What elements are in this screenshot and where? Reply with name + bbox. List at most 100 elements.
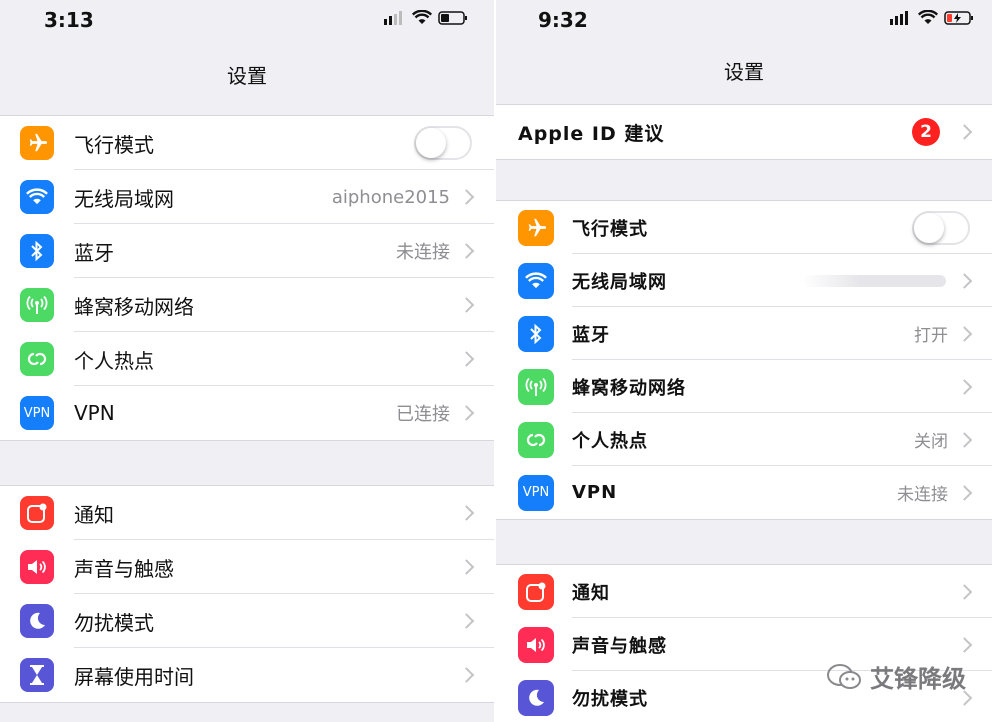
status-time: 9:32 xyxy=(538,8,588,32)
settings-row-hotspot[interactable]: 个人热点 关闭 xyxy=(496,413,992,466)
airplane-toggle[interactable] xyxy=(414,126,472,160)
settings-row-airplane[interactable]: 飞行模式 xyxy=(0,116,494,170)
wechat-icon xyxy=(827,663,861,689)
chevron-right-icon xyxy=(458,505,475,521)
chevron-right-icon xyxy=(458,351,475,367)
signal-icon xyxy=(384,10,402,25)
notifications-group: 通知 声音与触感 勿扰模式 屏幕使用时间 xyxy=(0,485,494,703)
status-time: 3:13 xyxy=(44,8,94,32)
row-label: 屏幕使用时间 xyxy=(74,664,194,689)
settings-row-notifications[interactable]: 通知 xyxy=(0,486,494,540)
settings-row-bluetooth[interactable]: 蓝牙 打开 xyxy=(496,307,992,360)
row-label: 蜂窝移动网络 xyxy=(572,377,686,399)
row-label: 蓝牙 xyxy=(74,240,114,265)
connectivity-group: 飞行模式 无线局域网 aiphone2015 蓝牙 未连接 蜂窝移动网络 个人热… xyxy=(0,115,494,441)
chevron-right-icon xyxy=(458,189,475,205)
chevron-right-icon xyxy=(956,636,973,653)
chevron-right-icon xyxy=(956,583,973,600)
settings-row-notifications[interactable]: 通知 xyxy=(496,565,992,618)
settings-row-vpn[interactable]: VPN VPN 未连接 xyxy=(496,466,992,519)
right-settings-screen: 9:32 设置 Apple ID 建议 2 飞行模式 无线局域网 蓝牙 打开 蜂… xyxy=(496,0,992,722)
bluetooth-icon xyxy=(20,234,54,268)
sound-icon xyxy=(20,550,54,584)
chevron-right-icon xyxy=(956,484,973,501)
row-label: 无线局域网 xyxy=(74,186,174,211)
battery-icon xyxy=(438,10,467,25)
cellular-icon xyxy=(20,288,54,322)
signal-icon xyxy=(890,10,908,25)
row-value: 未连接 xyxy=(396,242,450,263)
row-value: 关闭 xyxy=(914,432,948,452)
moon-icon xyxy=(20,604,54,638)
page-title: 设置 xyxy=(227,64,267,88)
cellular-icon xyxy=(518,368,554,405)
apple-id-group: Apple ID 建议 2 xyxy=(496,104,992,160)
settings-row-wifi[interactable]: 无线局域网 aiphone2015 xyxy=(0,170,494,224)
row-label: 无线局域网 xyxy=(572,271,667,293)
settings-row-cellular[interactable]: 蜂窝移动网络 xyxy=(0,278,494,332)
chevron-right-icon xyxy=(458,297,475,313)
row-label: 蓝牙 xyxy=(572,324,610,346)
chevron-right-icon xyxy=(458,613,475,629)
chevron-right-icon xyxy=(956,325,973,342)
connectivity-group: 飞行模式 无线局域网 蓝牙 打开 蜂窝移动网络 个人热点 关闭 VPN VPN … xyxy=(496,200,992,520)
redacted-network-name xyxy=(802,274,946,287)
chevron-right-icon xyxy=(458,559,475,575)
chevron-right-icon xyxy=(956,272,973,289)
settings-row-vpn[interactable]: VPN VPN 已连接 xyxy=(0,386,494,440)
airplane-icon xyxy=(518,209,554,246)
hourglass-icon xyxy=(20,658,54,692)
row-label: 个人热点 xyxy=(74,348,154,373)
row-label: 声音与触感 xyxy=(572,635,667,657)
settings-row-hotspot[interactable]: 个人热点 xyxy=(0,332,494,386)
left-settings-screen: 3:13 设置 飞行模式 无线局域网 aiphone2015 蓝牙 未连接 蜂窝… xyxy=(0,0,494,722)
settings-row-airplane[interactable]: 飞行模式 xyxy=(496,201,992,254)
settings-row-do-not-disturb[interactable]: 勿扰模式 xyxy=(0,594,494,648)
row-label: 通知 xyxy=(74,502,114,527)
notifications-icon xyxy=(20,496,54,530)
row-label: 勿扰模式 xyxy=(74,610,154,635)
status-bar: 3:13 xyxy=(0,0,494,40)
row-value: 未连接 xyxy=(897,485,948,505)
row-label: 个人热点 xyxy=(572,430,648,452)
row-label: 通知 xyxy=(572,582,610,604)
row-label: 蜂窝移动网络 xyxy=(74,294,194,319)
settings-row-cellular[interactable]: 蜂窝移动网络 xyxy=(496,360,992,413)
bluetooth-icon xyxy=(518,315,554,352)
status-icons xyxy=(384,10,468,25)
settings-row-bluetooth[interactable]: 蓝牙 未连接 xyxy=(0,224,494,278)
vpn-icon: VPN xyxy=(20,396,54,430)
notifications-icon xyxy=(518,573,554,610)
chevron-right-icon xyxy=(956,378,973,395)
wifi-status-icon xyxy=(412,10,432,24)
row-value: aiphone2015 xyxy=(331,186,450,208)
chevron-right-icon xyxy=(956,431,973,448)
wifi-icon xyxy=(518,262,554,299)
notification-badge: 2 xyxy=(912,118,940,146)
row-value: 已连接 xyxy=(396,404,450,425)
settings-row-wifi[interactable]: 无线局域网 xyxy=(496,254,992,307)
chevron-right-icon xyxy=(956,124,973,140)
chevron-right-icon xyxy=(458,667,475,683)
wifi-icon xyxy=(20,180,54,214)
chevron-right-icon xyxy=(458,243,475,259)
row-label: VPN xyxy=(74,401,115,425)
airplane-toggle[interactable] xyxy=(912,210,970,245)
status-icons xyxy=(890,10,974,25)
sound-icon xyxy=(518,626,554,663)
chevron-right-icon xyxy=(458,405,475,421)
status-bar: 9:32 xyxy=(496,0,992,40)
settings-row-screen-time[interactable]: 屏幕使用时间 xyxy=(0,648,494,702)
row-label: Apple ID 建议 xyxy=(518,122,665,145)
battery-charging-icon xyxy=(944,10,973,25)
airplane-icon xyxy=(20,126,54,160)
settings-row-sound[interactable]: 声音与触感 xyxy=(0,540,494,594)
row-label: VPN xyxy=(572,482,618,503)
apple-id-suggestions-row[interactable]: Apple ID 建议 2 xyxy=(496,105,992,159)
page-title: 设置 xyxy=(724,60,764,84)
watermark: 艾锋降级 xyxy=(826,659,966,694)
vpn-icon: VPN xyxy=(518,474,554,511)
row-label: 飞行模式 xyxy=(74,132,154,157)
hotspot-icon xyxy=(20,342,54,376)
moon-icon xyxy=(518,679,554,716)
